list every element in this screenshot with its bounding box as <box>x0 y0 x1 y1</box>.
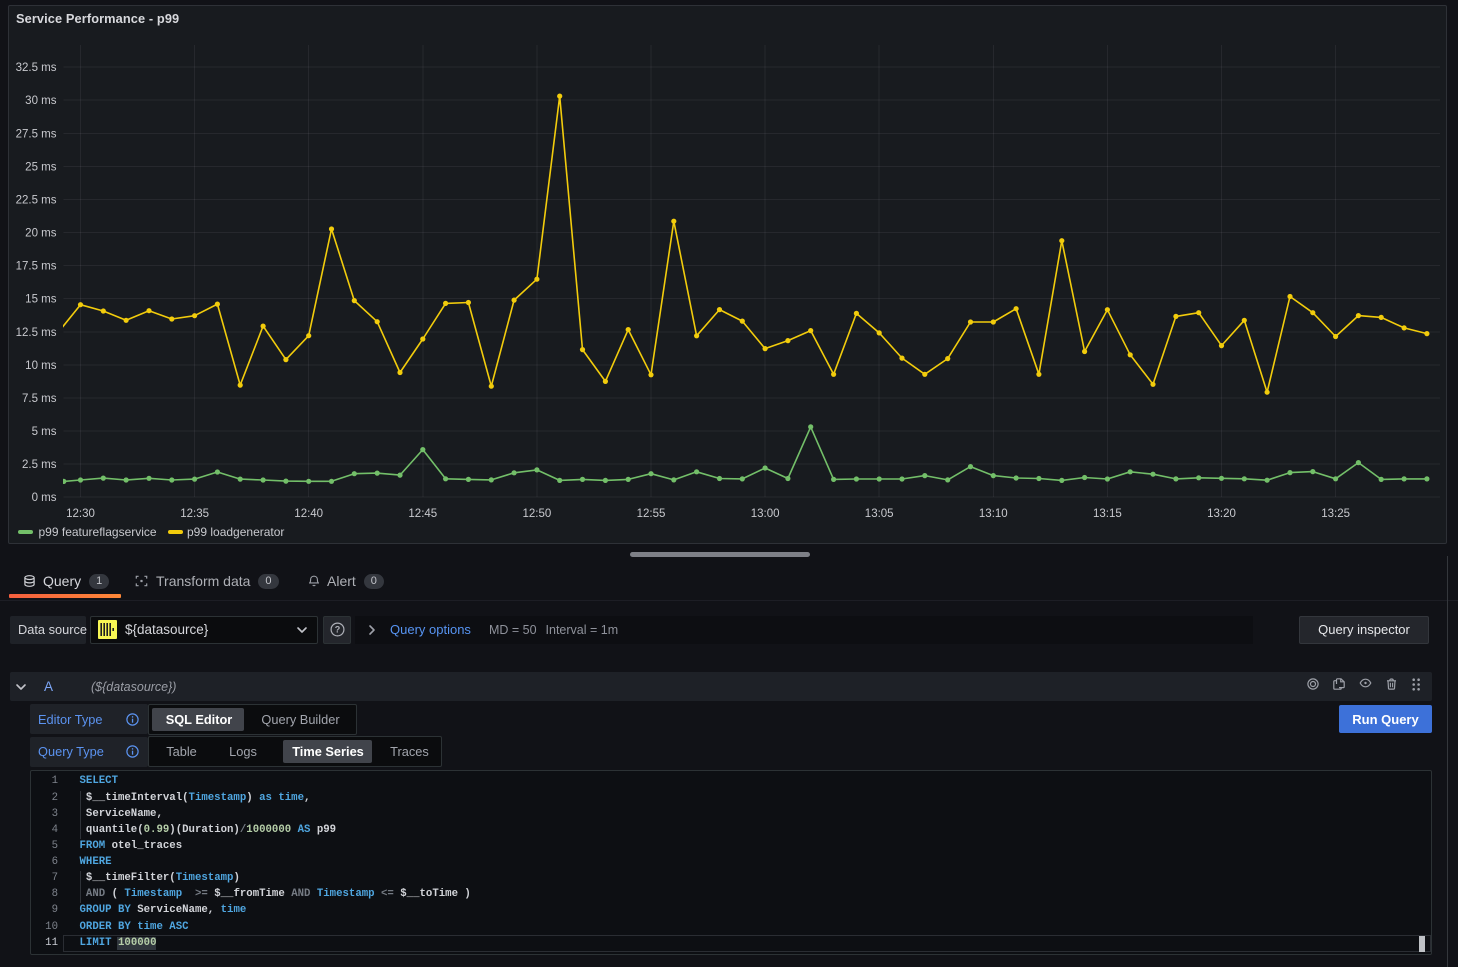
svg-text:12.5 ms: 12.5 ms <box>16 327 57 339</box>
svg-text:22.5 ms: 22.5 ms <box>16 194 57 206</box>
svg-text:13:10: 13:10 <box>979 508 1008 520</box>
svg-text:32.5 ms: 32.5 ms <box>16 62 57 74</box>
svg-text:27.5 ms: 27.5 ms <box>16 128 57 140</box>
svg-text:13:15: 13:15 <box>1093 508 1122 520</box>
svg-text:12:30: 12:30 <box>66 508 95 520</box>
svg-text:?: ? <box>334 625 340 635</box>
svg-text:10 ms: 10 ms <box>25 360 57 372</box>
svg-text:12:55: 12:55 <box>637 508 666 520</box>
svg-text:7.5 ms: 7.5 ms <box>22 393 57 405</box>
svg-text:15 ms: 15 ms <box>25 294 57 306</box>
svg-text:17.5 ms: 17.5 ms <box>16 261 57 273</box>
svg-text:13:05: 13:05 <box>865 508 894 520</box>
svg-text:13:20: 13:20 <box>1207 508 1236 520</box>
svg-text:20 ms: 20 ms <box>25 228 57 240</box>
svg-text:0 ms: 0 ms <box>32 492 57 504</box>
svg-text:25 ms: 25 ms <box>25 161 57 173</box>
svg-text:13:25: 13:25 <box>1321 508 1350 520</box>
svg-text:12:40: 12:40 <box>294 508 323 520</box>
svg-text:12:45: 12:45 <box>408 508 437 520</box>
svg-text:12:35: 12:35 <box>180 508 209 520</box>
svg-text:5 ms: 5 ms <box>32 426 57 438</box>
svg-text:13:00: 13:00 <box>751 508 780 520</box>
svg-text:2.5 ms: 2.5 ms <box>22 459 57 471</box>
svg-text:12:50: 12:50 <box>523 508 552 520</box>
svg-text:30 ms: 30 ms <box>25 95 57 107</box>
